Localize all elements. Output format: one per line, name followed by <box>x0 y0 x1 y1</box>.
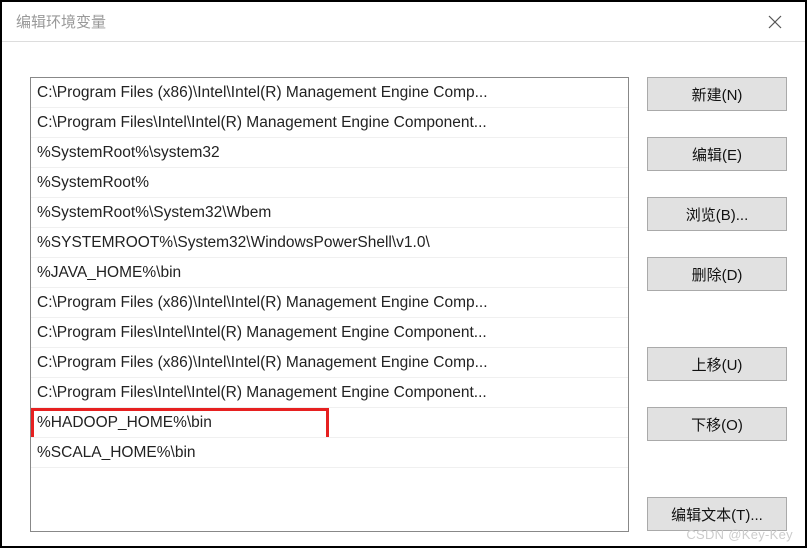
list-item[interactable]: C:\Program Files (x86)\Intel\Intel(R) Ma… <box>31 288 628 318</box>
list-item[interactable]: %SystemRoot%\system32 <box>31 138 628 168</box>
list-item[interactable]: %SystemRoot%\System32\Wbem <box>31 198 628 228</box>
list-item[interactable]: %SYSTEMROOT%\System32\WindowsPowerShell\… <box>31 228 628 258</box>
window-title: 编辑环境变量 <box>16 11 106 32</box>
delete-button[interactable]: 删除(D) <box>647 257 787 291</box>
list-item[interactable]: C:\Program Files\Intel\Intel(R) Manageme… <box>31 108 628 138</box>
dialog-content: C:\Program Files (x86)\Intel\Intel(R) Ma… <box>2 42 805 532</box>
button-column: 新建(N) 编辑(E) 浏览(B)... 删除(D) 上移(U) 下移(O) 编… <box>647 77 787 532</box>
list-item[interactable]: %SystemRoot% <box>31 168 628 198</box>
move-up-button[interactable]: 上移(U) <box>647 347 787 381</box>
path-list[interactable]: C:\Program Files (x86)\Intel\Intel(R) Ma… <box>30 77 629 532</box>
new-button[interactable]: 新建(N) <box>647 77 787 111</box>
list-item[interactable]: C:\Program Files\Intel\Intel(R) Manageme… <box>31 318 628 348</box>
list-item[interactable]: %SCALA_HOME%\bin <box>31 438 628 468</box>
close-button[interactable] <box>753 6 797 38</box>
move-down-button[interactable]: 下移(O) <box>647 407 787 441</box>
list-item[interactable]: %JAVA_HOME%\bin <box>31 258 628 288</box>
list-item[interactable]: C:\Program Files\Intel\Intel(R) Manageme… <box>31 378 628 408</box>
browse-button[interactable]: 浏览(B)... <box>647 197 787 231</box>
titlebar: 编辑环境变量 <box>2 2 805 42</box>
close-icon <box>768 15 782 29</box>
watermark: CSDN @Key-Key <box>686 527 793 542</box>
list-item[interactable]: C:\Program Files (x86)\Intel\Intel(R) Ma… <box>31 348 628 378</box>
list-item-highlighted[interactable]: %HADOOP_HOME%\bin <box>31 408 628 438</box>
edit-text-button[interactable]: 编辑文本(T)... <box>647 497 787 531</box>
edit-button[interactable]: 编辑(E) <box>647 137 787 171</box>
list-item[interactable]: C:\Program Files (x86)\Intel\Intel(R) Ma… <box>31 78 628 108</box>
